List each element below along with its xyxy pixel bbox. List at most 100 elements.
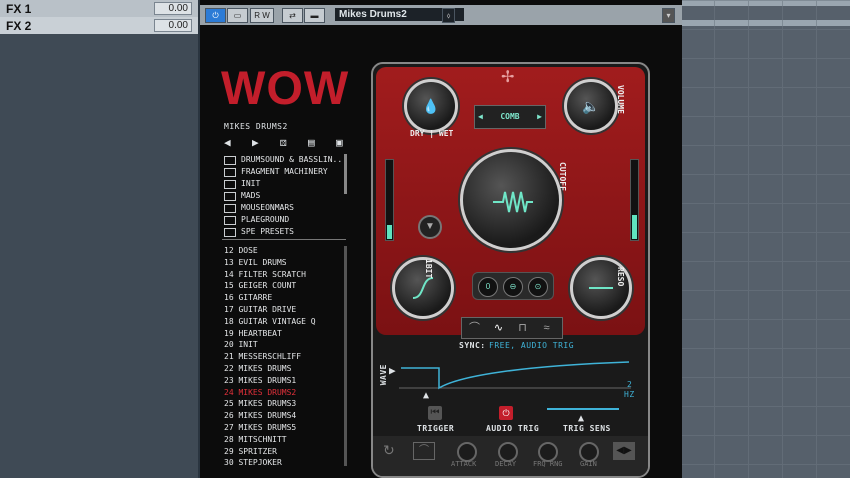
preset-item[interactable]: 16 GITARRE — [224, 293, 272, 302]
preset-item[interactable]: 18 GUITAR VINTAGE Q — [224, 317, 316, 326]
filter-type-selector[interactable]: ◀ COMB ▶ — [474, 105, 546, 129]
plugin-toolbar: ⏻ ▭ R W ⇄ ▬ Mikes Drums2 ⬨ ▾ — [200, 5, 682, 25]
next-preset-icon[interactable]: ▶ — [252, 136, 259, 149]
envelope-footer: ↻ ⌒ ATTACK DECAY FRQ RNG GAIN ◀▶ — [373, 436, 648, 476]
mixer-row-fx2[interactable]: FX 2 0.00 — [0, 17, 198, 34]
filter-mode-button-0[interactable]: 0 — [478, 277, 498, 297]
folder-icon — [224, 192, 236, 201]
save-preset-icon[interactable]: ▤ — [308, 136, 315, 149]
preset-item[interactable]: 20 INIT — [224, 340, 258, 349]
envelope-shape-icon[interactable]: ⌒ — [413, 442, 435, 460]
dry-wet-label: DRY | WET — [410, 129, 454, 138]
page-nav-icon[interactable]: ◀▶ — [613, 442, 635, 460]
plugin-window: ⏻ ▭ R W ⇄ ▬ Mikes Drums2 ⬨ ▾ WOW MIKES D… — [198, 0, 682, 478]
browser-title: MIKES DRUMS2 — [224, 122, 288, 131]
trigger-label: TRIGGER — [417, 424, 455, 433]
preset-item[interactable]: 28 MITSCHNITT — [224, 435, 287, 444]
reso-label: RESO — [616, 267, 625, 287]
folder-icon — [224, 216, 236, 225]
gain-label: GAIN — [580, 460, 597, 468]
preset-item[interactable]: 13 EVIL DRUMS — [224, 258, 287, 267]
fx1-value[interactable]: 0.00 — [154, 2, 192, 15]
preset-item[interactable]: 21 MESSERSCHLIFF — [224, 352, 301, 361]
preset-item[interactable]: 30 STEPJOKER — [224, 458, 282, 467]
folder-icon — [224, 180, 236, 189]
frq-rng-label: FRQ RNG — [533, 460, 563, 468]
folder-item[interactable]: FRAGMENT MACHINERY — [241, 167, 328, 176]
trig-sens-slider[interactable] — [547, 408, 619, 410]
filter-next-icon[interactable]: ▶ — [537, 106, 542, 128]
preset-item[interactable]: 15 GEIGER COUNT — [224, 281, 296, 290]
filter-prev-icon[interactable]: ◀ — [478, 106, 483, 128]
preset-item[interactable]: 17 GUITAR DRIVE — [224, 305, 296, 314]
browser-window-icon[interactable]: ▣ — [336, 136, 343, 149]
filter-mode-button-1[interactable]: ⊖ — [503, 277, 523, 297]
folder-item[interactable]: DRUMSOUND & BASSLIN.. — [241, 155, 342, 164]
folder-item[interactable]: MADS — [241, 191, 260, 200]
bit-label: 1BIT — [424, 259, 433, 279]
gain-knob[interactable] — [579, 442, 599, 462]
fx2-value[interactable]: 0.00 — [154, 19, 192, 32]
wave-ramp-icon[interactable]: ⌒ — [464, 320, 485, 336]
fx1-label: FX 1 — [6, 1, 32, 16]
preset-item[interactable]: 29 SPRITZER — [224, 447, 277, 456]
folder-item[interactable]: INIT — [241, 179, 260, 188]
trig-sens-handle-icon[interactable]: ▲ — [578, 413, 585, 424]
audio-trig-power-icon[interactable]: ⏻ — [499, 406, 513, 420]
divider — [222, 239, 346, 240]
frq-rng-knob[interactable] — [538, 442, 558, 462]
preset-item[interactable]: 22 MIKES DRUMS — [224, 364, 291, 373]
wave-pointer-icon: ▶ — [389, 364, 397, 377]
compare-button[interactable]: ⇄ — [282, 8, 303, 23]
folder-scrollbar[interactable] — [344, 154, 347, 194]
preset-item[interactable]: 19 HEARTBEAT — [224, 329, 282, 338]
bypass-button[interactable]: ▭ — [227, 8, 248, 23]
cutoff-label: CUTOFF — [558, 162, 567, 191]
rate-value[interactable]: 2 — [627, 380, 632, 389]
dry-wet-knob[interactable]: 💧 — [404, 79, 458, 133]
volume-label: VOLUME — [616, 85, 625, 114]
audio-trig-label: AUDIO TRIG — [486, 424, 540, 433]
preset-dropdown-arrow[interactable]: ⬨ — [442, 8, 455, 23]
lfo-envelope-display[interactable] — [399, 348, 631, 398]
preset-scrollbar[interactable] — [344, 246, 347, 466]
output-level-meter — [630, 159, 639, 241]
preset-item[interactable]: 26 MIKES DRUMS4 — [224, 411, 296, 420]
wave-label: WAVE — [379, 364, 388, 386]
preset-item[interactable]: 24 MIKES DRUMS2 — [224, 388, 296, 397]
folder-icon — [224, 156, 236, 165]
arrange-grid — [680, 0, 850, 478]
filter-menu-chevron-down-icon[interactable]: ▼ — [418, 215, 442, 239]
reset-icon[interactable]: ↻ — [383, 442, 395, 459]
window-menu-chevron-icon[interactable]: ▾ — [662, 8, 675, 23]
read-write-button[interactable]: R W — [250, 8, 274, 23]
trigger-button[interactable]: ⏮ — [428, 406, 442, 420]
preset-item[interactable]: 14 FILTER SCRATCH — [224, 270, 306, 279]
random-preset-icon[interactable]: ⚄ — [280, 136, 287, 149]
power-button[interactable]: ⏻ — [205, 8, 226, 23]
folder-item[interactable]: PLAEGROUND — [241, 215, 289, 224]
folder-icon — [224, 168, 236, 177]
decay-knob[interactable] — [498, 442, 518, 462]
trig-sens-label: TRIG SENS — [563, 424, 611, 433]
attack-knob[interactable] — [457, 442, 477, 462]
cutoff-knob[interactable] — [460, 149, 562, 251]
wave-sine-icon[interactable]: ∿ — [488, 320, 509, 336]
filter-mode-button-2[interactable]: ⊙ — [528, 277, 548, 297]
folder-item[interactable]: MOUSEONMARS — [241, 203, 294, 212]
mixer-row-fx1[interactable]: FX 1 0.00 — [0, 0, 198, 17]
wave-square-icon[interactable]: ⊓ — [512, 320, 533, 336]
preset-item[interactable]: 27 MIKES DRUMS5 — [224, 423, 296, 432]
preset-item[interactable]: 12 DOSE — [224, 246, 258, 255]
lfo-wave-selector: ⌒ ∿ ⊓ ≈ — [461, 317, 563, 339]
prev-preset-icon[interactable]: ◀ — [224, 136, 231, 149]
bit-knob[interactable] — [392, 257, 454, 319]
mixer-panel: FX 1 0.00 FX 2 0.00 — [0, 0, 198, 478]
volume-knob[interactable]: 🔈 — [564, 79, 618, 133]
preset-item[interactable]: 25 MIKES DRUMS3 — [224, 399, 296, 408]
preset-item[interactable]: 23 MIKES DRUMS1 — [224, 376, 296, 385]
folder-item[interactable]: SPE PRESETS — [241, 227, 294, 236]
settings-button[interactable]: ▬ — [304, 8, 325, 23]
wave-random-icon[interactable]: ≈ — [536, 320, 557, 336]
env-start-marker-icon[interactable]: ▲ — [423, 390, 430, 401]
